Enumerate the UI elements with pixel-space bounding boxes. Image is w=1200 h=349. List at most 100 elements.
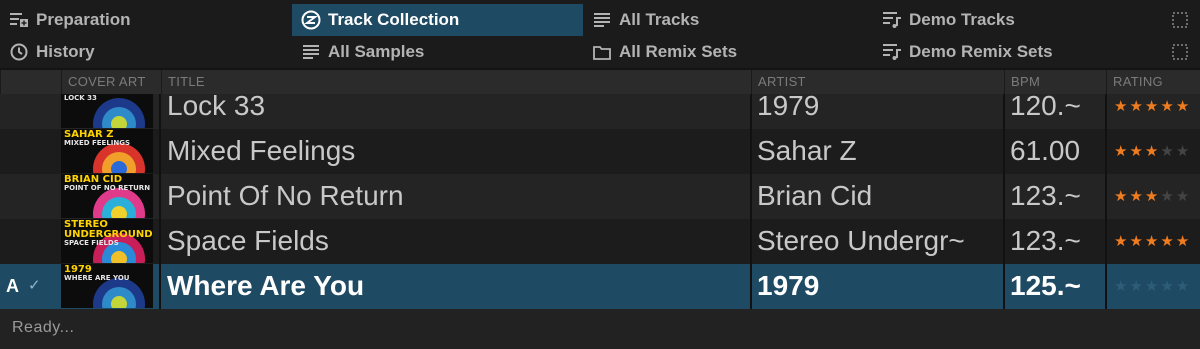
preparation-list-icon: [8, 9, 30, 31]
favorite-demo-tracks[interactable]: Demo Tracks: [873, 4, 1163, 36]
track-title: Mixed Feelings: [167, 135, 356, 166]
column-divider: [1105, 94, 1107, 309]
star-filled-icon[interactable]: ★: [1129, 187, 1144, 205]
deck-indicator: A: [6, 276, 19, 296]
column-header-bpm[interactable]: BPM: [1004, 70, 1106, 94]
track-list: COVER ART TITLE ARTIST BPM RATING 1979 LO…: [0, 70, 1200, 309]
empty-slot-icon[interactable]: [1172, 44, 1188, 60]
star-filled-icon[interactable]: ★: [1145, 97, 1160, 115]
star-empty-icon[interactable]: ★: [1176, 142, 1191, 160]
star-empty-icon[interactable]: ★: [1176, 187, 1191, 205]
list-icon: [300, 41, 322, 63]
favorite-track-collection[interactable]: Track Collection: [292, 4, 583, 36]
cover-art-artist: STEREO UNDERGROUND: [64, 219, 153, 240]
track-bpm: 125.~: [1010, 270, 1081, 301]
track-title: Where Are You: [167, 270, 365, 301]
star-filled-icon[interactable]: ★: [1129, 232, 1144, 250]
cover-art-title: LOCK 33: [64, 94, 97, 102]
favorite-label: All Samples: [328, 42, 425, 61]
favorite-label: Demo Tracks: [909, 10, 1015, 29]
track-title: Space Fields: [167, 225, 329, 256]
favorite-label: Preparation: [36, 10, 131, 29]
track-rating[interactable]: ★★★★★: [1114, 174, 1191, 218]
cover-art: 1979 WHERE ARE YOU: [61, 264, 153, 308]
track-artist: Sahar Z: [757, 135, 857, 166]
column-divider: [1003, 94, 1005, 309]
favorite-preparation[interactable]: Preparation: [0, 4, 292, 36]
track-title: Point Of No Return: [167, 180, 404, 211]
track-rating[interactable]: ★★★★★: [1114, 264, 1191, 308]
star-empty-icon[interactable]: ★: [1145, 277, 1160, 295]
track-collection-icon: [300, 9, 322, 31]
cover-art-text: 1979 WHERE ARE YOU: [64, 265, 129, 282]
star-empty-icon[interactable]: ★: [1160, 142, 1175, 160]
status-bar: Ready...: [0, 309, 1200, 349]
status-text: Ready...: [12, 319, 75, 336]
star-filled-icon[interactable]: ★: [1145, 232, 1160, 250]
star-empty-icon[interactable]: ★: [1129, 277, 1144, 295]
cover-art-text: STEREO UNDERGROUND SPACE FIELDS: [64, 220, 153, 247]
star-filled-icon[interactable]: ★: [1114, 187, 1129, 205]
column-divider: [159, 94, 161, 309]
column-header-status[interactable]: [0, 70, 61, 94]
star-filled-icon[interactable]: ★: [1129, 142, 1144, 160]
star-empty-icon[interactable]: ★: [1114, 277, 1129, 295]
list-icon: [591, 9, 613, 31]
star-filled-icon[interactable]: ★: [1176, 97, 1191, 115]
table-row[interactable]: BRIAN CID POINT OF NO RETURN Point Of No R…: [0, 174, 1200, 219]
favorite-label: Track Collection: [328, 10, 460, 29]
favorite-label: All Tracks: [619, 10, 700, 29]
star-filled-icon[interactable]: ★: [1129, 97, 1144, 115]
table-row[interactable]: A ✓ 1979 WHERE ARE YOU Where Are You 1979 125.…: [0, 264, 1200, 309]
cover-art-text: SAHAR Z MIXED FEELINGS: [64, 130, 130, 147]
favorite-demo-remix-sets[interactable]: Demo Remix Sets: [873, 36, 1163, 68]
playlist-icon: [881, 41, 903, 63]
history-icon: [8, 41, 30, 63]
star-filled-icon[interactable]: ★: [1160, 97, 1175, 115]
favorite-all-samples[interactable]: All Samples: [292, 36, 583, 68]
favorite-all-tracks[interactable]: All Tracks: [583, 4, 873, 36]
track-bpm: 123.~: [1010, 180, 1081, 211]
star-filled-icon[interactable]: ★: [1114, 142, 1129, 160]
star-filled-icon[interactable]: ★: [1145, 142, 1160, 160]
cover-art-text: BRIAN CID POINT OF NO RETURN: [64, 175, 150, 192]
track-bpm: 61.00: [1010, 135, 1081, 166]
played-check-icon: ✓: [28, 277, 41, 294]
cover-art: STEREO UNDERGROUND SPACE FIELDS: [61, 219, 153, 263]
track-artist: Stereo Undergr~: [757, 225, 965, 256]
empty-slot-icon[interactable]: [1172, 12, 1188, 28]
star-filled-icon[interactable]: ★: [1176, 232, 1191, 250]
column-header: COVER ART TITLE ARTIST BPM RATING: [0, 70, 1200, 94]
favorite-label: Demo Remix Sets: [909, 42, 1053, 61]
column-header-title[interactable]: TITLE: [161, 70, 751, 94]
cover-art: SAHAR Z MIXED FEELINGS: [61, 129, 153, 173]
track-artist: 1979: [757, 270, 820, 301]
track-artist: Brian Cid: [757, 180, 873, 211]
star-empty-icon[interactable]: ★: [1176, 277, 1191, 295]
star-empty-icon[interactable]: ★: [1160, 187, 1175, 205]
favorites-bar: Preparation Track Collection All Tracks …: [0, 0, 1200, 68]
column-header-cover-art[interactable]: COVER ART: [61, 70, 161, 94]
star-empty-icon[interactable]: ★: [1160, 277, 1175, 295]
star-filled-icon[interactable]: ★: [1114, 97, 1129, 115]
track-rating[interactable]: ★★★★★: [1114, 219, 1191, 263]
playlist-icon: [881, 9, 903, 31]
star-filled-icon[interactable]: ★: [1114, 232, 1129, 250]
cover-art-title: SPACE FIELDS: [64, 239, 119, 247]
track-rating[interactable]: ★★★★★: [1114, 129, 1191, 173]
cover-art: BRIAN CID POINT OF NO RETURN: [61, 174, 153, 218]
column-header-rating[interactable]: RATING: [1106, 70, 1200, 94]
star-filled-icon[interactable]: ★: [1160, 232, 1175, 250]
star-filled-icon[interactable]: ★: [1145, 187, 1160, 205]
favorite-label: All Remix Sets: [619, 42, 738, 61]
column-header-artist[interactable]: ARTIST: [751, 70, 1004, 94]
cover-art-title: POINT OF NO RETURN: [64, 184, 151, 192]
folder-icon: [591, 41, 613, 63]
favorite-history[interactable]: History: [0, 36, 292, 68]
track-bpm: 123.~: [1010, 225, 1081, 256]
table-row[interactable]: STEREO UNDERGROUND SPACE FIELDS Space Fiel…: [0, 219, 1200, 264]
favorite-label: History: [36, 42, 95, 61]
favorite-all-remix-sets[interactable]: All Remix Sets: [583, 36, 873, 68]
cover-art-title: MIXED FEELINGS: [64, 139, 131, 147]
table-row[interactable]: SAHAR Z MIXED FEELINGS Mixed Feelings Sahar…: [0, 129, 1200, 174]
